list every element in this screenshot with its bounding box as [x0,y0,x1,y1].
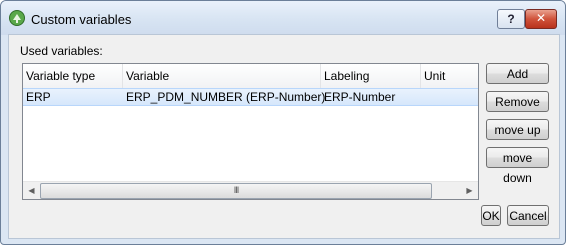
window-title: Custom variables [31,12,132,27]
scroll-right-icon[interactable]: ▶ [461,182,478,199]
column-header-labeling[interactable]: Labeling [321,64,421,88]
column-header-unit[interactable]: Unit [421,64,478,88]
scrollbar-thumb[interactable]: III [40,183,432,199]
table-header: Variable type Variable Labeling Unit [23,64,478,89]
move-up-button[interactable]: move up [486,119,549,140]
add-button[interactable]: Add [486,63,549,84]
used-variables-label: Used variables: [20,44,103,58]
custom-variables-dialog: Custom variables ? ✕ Used variables: Var… [0,0,566,245]
app-icon [9,10,25,26]
close-button[interactable]: ✕ [525,9,557,29]
horizontal-scrollbar[interactable]: ◀ III ▶ [23,181,478,199]
move-down-button[interactable]: move down [486,147,549,185]
ok-button[interactable]: OK [481,205,501,226]
scroll-left-icon[interactable]: ◀ [23,182,40,199]
cell-variable: ERP_PDM_NUMBER (ERP-Number) [126,90,326,104]
cell-unit [421,89,424,105]
cell-variable-type: ERP [26,90,51,104]
column-header-variable[interactable]: Variable [123,64,321,88]
column-header-variable-type[interactable]: Variable type [23,64,123,88]
variables-table[interactable]: Variable type Variable Labeling Unit ERP… [22,63,479,200]
title-bar[interactable]: Custom variables ? ✕ [1,1,565,35]
dialog-body: Used variables: Variable type Variable L… [8,34,560,239]
cancel-button[interactable]: Cancel [507,205,549,226]
help-button[interactable]: ? [497,9,525,29]
remove-button[interactable]: Remove [486,91,549,112]
table-row[interactable]: ERP ERP_PDM_NUMBER (ERP-Number) ERP-Numb… [23,88,478,106]
cell-labeling: ERP-Number [324,90,396,104]
